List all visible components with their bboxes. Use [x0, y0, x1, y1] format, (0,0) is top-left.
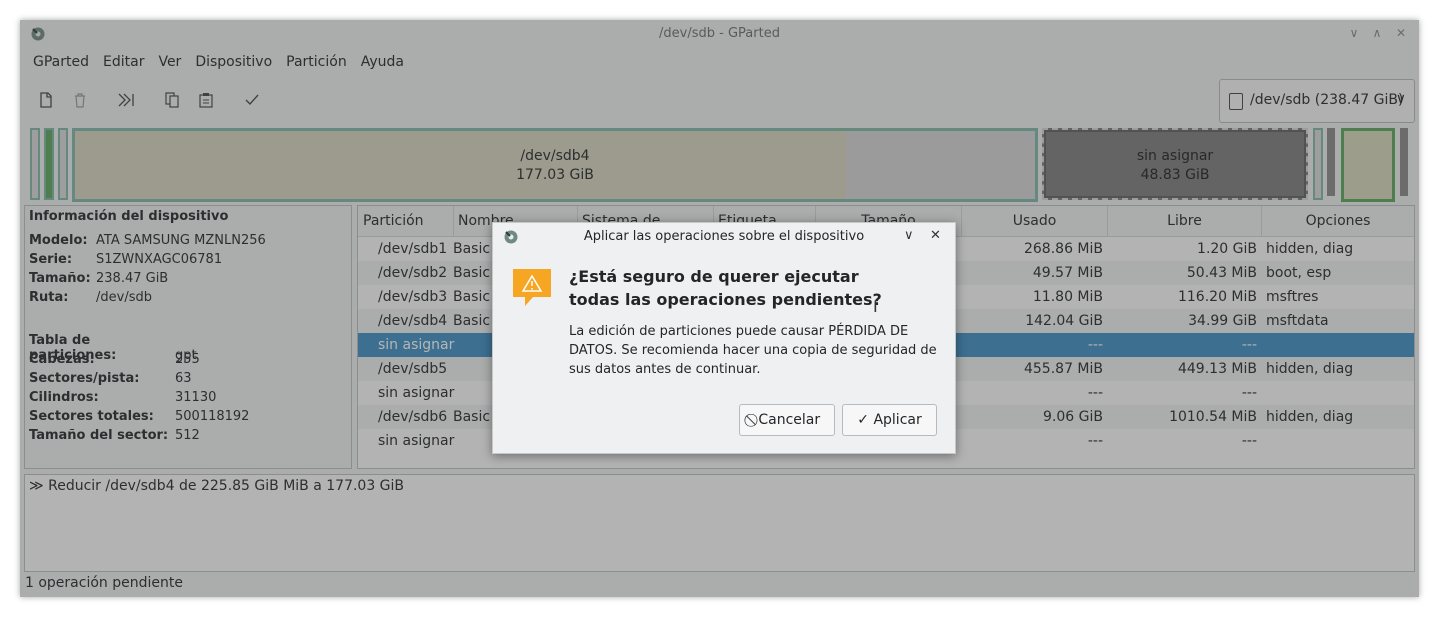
dialog-close-icon[interactable]: ✕	[930, 228, 941, 243]
text-cursor-icon: I	[873, 297, 878, 316]
dialog-message: La edición de particiones puede causar P…	[569, 324, 937, 377]
cancel-button-label: Cancelar	[758, 412, 821, 428]
cancel-button[interactable]: ⃠ Cancelar	[739, 404, 835, 436]
apply-operations-dialog: Aplicar las operaciones sobre el disposi…	[492, 222, 956, 454]
check-icon: ✓	[857, 412, 869, 428]
dialog-minimize-icon[interactable]: ∨	[904, 228, 914, 243]
dialog-title: Aplicar las operaciones sobre el disposi…	[583, 229, 865, 244]
warning-icon	[513, 269, 551, 306]
dialog-question: ¿Está seguro de querer ejecutar todas la…	[569, 267, 882, 309]
apply-button-label: Aplicar	[873, 412, 922, 428]
apply-button[interactable]: ✓ Aplicar	[842, 404, 937, 436]
